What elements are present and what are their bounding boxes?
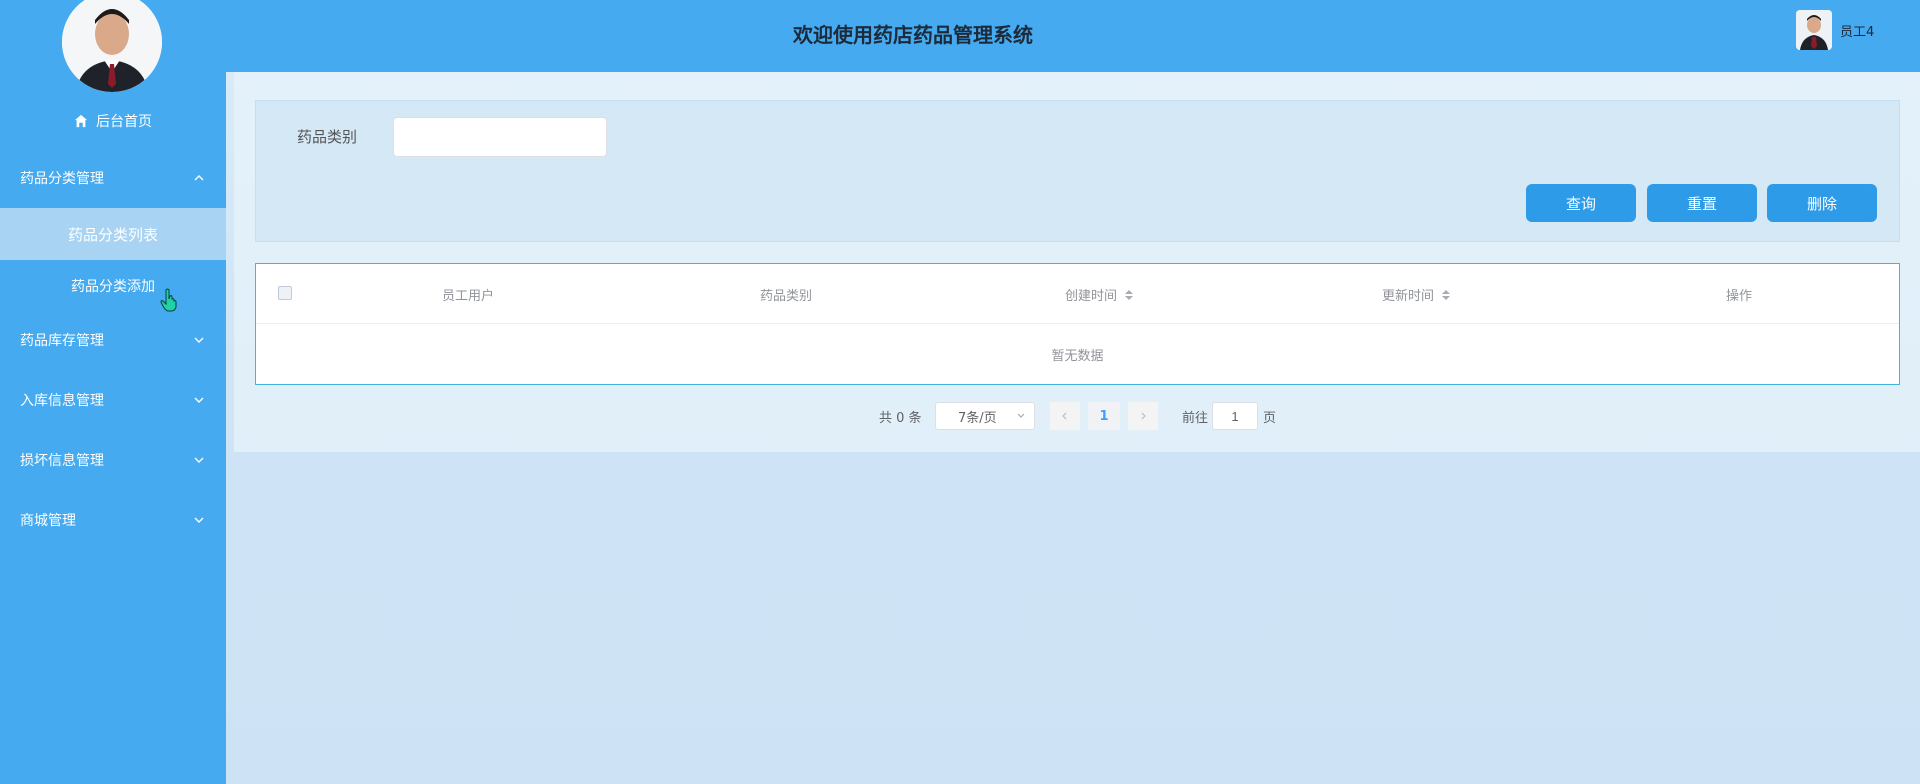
chevron-down-icon — [194, 337, 204, 343]
sidebar-menu-inbound[interactable]: 入库信息管理 — [0, 380, 226, 420]
prev-page-button[interactable] — [1050, 402, 1080, 430]
top-header: 欢迎使用药店药品管理系统 员工4 — [226, 0, 1920, 72]
chevron-down-icon — [194, 397, 204, 403]
avatar — [62, 0, 162, 92]
data-table: 员工用户 药品类别 创建时间 更新时间 操作 暂无数据 — [255, 263, 1900, 385]
sidebar-item-category-add[interactable]: 药品分类添加 — [0, 260, 226, 312]
sidebar-menu-stock[interactable]: 药品库存管理 — [0, 320, 226, 360]
column-header-category: 药品类别 — [760, 285, 812, 304]
home-icon — [74, 114, 88, 128]
delete-button[interactable]: 删除 — [1767, 184, 1877, 222]
chevron-up-icon — [194, 175, 204, 181]
sidebar-item-category-list[interactable]: 药品分类列表 — [0, 208, 226, 260]
next-page-button[interactable] — [1128, 402, 1158, 430]
chevron-right-icon — [1141, 412, 1146, 420]
sidebar-menu-label: 药品分类管理 — [20, 171, 104, 187]
sidebar-menu-damage[interactable]: 损坏信息管理 — [0, 440, 226, 480]
column-header-label: 员工用户 — [442, 289, 495, 304]
column-header-employee: 员工用户 — [442, 285, 494, 304]
column-header-updated[interactable]: 更新时间 — [1382, 285, 1451, 304]
select-all-checkbox[interactable] — [278, 286, 292, 300]
hand-cursor-icon — [160, 288, 177, 312]
query-button[interactable]: 查询 — [1526, 184, 1636, 222]
pagination-total: 共 0 条 — [879, 411, 922, 426]
sidebar-item-label: 药品分类添加 — [71, 279, 155, 295]
sidebar-menu-label: 药品库存管理 — [20, 333, 104, 349]
goto-page-input[interactable] — [1212, 402, 1258, 430]
column-header-label: 更新时间 — [1382, 289, 1435, 304]
table-header: 员工用户 药品类别 创建时间 更新时间 操作 — [256, 264, 1899, 324]
page-size-select[interactable]: 7条/页 — [935, 402, 1035, 430]
chevron-down-icon — [194, 457, 204, 463]
page-suffix-label: 页 — [1263, 411, 1277, 426]
sidebar-item-home-label: 后台首页 — [96, 114, 152, 130]
column-header-label: 创建时间 — [1065, 289, 1118, 304]
sort-icon[interactable] — [1442, 289, 1451, 300]
page-number-current[interactable]: 1 — [1088, 402, 1120, 430]
page-title: 欢迎使用药店药品管理系统 — [793, 22, 1033, 47]
sidebar-menu-category[interactable]: 药品分类管理 — [0, 158, 226, 198]
goto-label: 前往 — [1182, 411, 1209, 426]
sidebar-item-label: 药品分类列表 — [67, 225, 158, 244]
column-header-actions: 操作 — [1726, 285, 1752, 304]
search-category-input[interactable] — [393, 117, 607, 157]
chevron-down-icon — [194, 517, 204, 523]
sidebar-menu-label: 入库信息管理 — [20, 393, 104, 409]
sidebar: 后台首页 药品分类管理 药品分类列表 药品分类添加 药品库存管理 入库信息管理 … — [0, 0, 226, 784]
reset-button[interactable]: 重置 — [1647, 184, 1757, 222]
column-header-label: 操作 — [1726, 289, 1753, 304]
sidebar-menu-label: 商城管理 — [20, 513, 76, 529]
user-avatar — [1796, 10, 1832, 50]
chevron-left-icon — [1062, 412, 1067, 420]
search-category-label: 药品类别 — [297, 128, 358, 146]
column-header-created[interactable]: 创建时间 — [1065, 285, 1134, 304]
sidebar-menu-label: 损坏信息管理 — [20, 453, 104, 469]
empty-state: 暂无数据 — [1051, 348, 1104, 364]
column-header-label: 药品类别 — [760, 289, 813, 304]
sidebar-item-home[interactable]: 后台首页 — [0, 108, 226, 134]
sidebar-menu-shop[interactable]: 商城管理 — [0, 500, 226, 540]
chevron-down-icon — [1017, 413, 1025, 418]
page-size-value: 7条/页 — [958, 410, 997, 426]
sort-icon[interactable] — [1125, 289, 1134, 300]
user-name: 员工4 — [1840, 24, 1875, 40]
user-menu[interactable]: 员工4 — [1796, 10, 1874, 50]
